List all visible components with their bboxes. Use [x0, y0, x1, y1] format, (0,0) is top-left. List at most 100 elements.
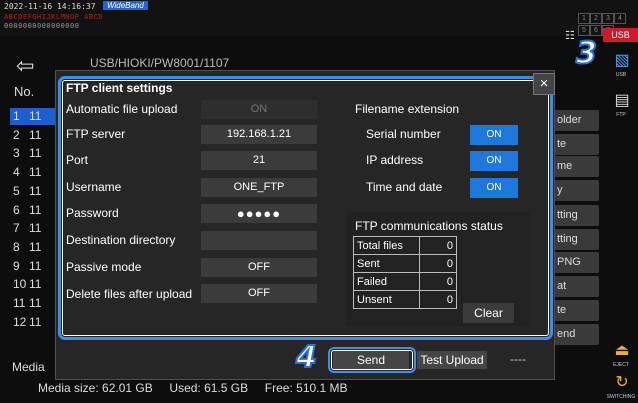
- side-menu-button[interactable]: te: [553, 134, 599, 155]
- table-row: Sent 0: [353, 254, 457, 273]
- list-item[interactable]: 3 11: [13, 145, 41, 162]
- list-item[interactable]: 1 11: [13, 108, 41, 125]
- row-value: 11: [29, 165, 42, 180]
- row-number: 11: [13, 296, 26, 310]
- list-item[interactable]: 8 11: [13, 239, 41, 256]
- extension-label: Time and date: [366, 180, 443, 194]
- extension-label: Serial number: [366, 127, 441, 141]
- status-value: 0: [419, 272, 457, 291]
- list-item[interactable]: 9 11: [13, 258, 41, 275]
- usb-badge: USB: [603, 28, 638, 42]
- media-label: Media: [12, 360, 45, 374]
- row-value: 11: [29, 277, 42, 292]
- media-used: Used: 61.5 GB: [169, 381, 249, 395]
- port-indicator: 2: [590, 13, 602, 24]
- list-item[interactable]: 7 11: [13, 220, 41, 237]
- list-item[interactable]: 11 11: [13, 295, 41, 312]
- delete-after-upload-toggle[interactable]: OFF: [201, 284, 317, 303]
- side-menu-button[interactable]: PNG: [553, 252, 599, 273]
- row-number: 6: [13, 202, 20, 217]
- dialog-title: FTP client settings: [66, 81, 173, 95]
- list-item[interactable]: 5 11: [13, 183, 41, 200]
- status-label: Failed: [353, 272, 420, 291]
- port-indicator: 5: [578, 25, 590, 36]
- step-callout: 3: [575, 35, 598, 72]
- table-row: Failed 0: [353, 272, 457, 291]
- eject-icon[interactable]: ⏏: [612, 340, 632, 360]
- status-value: 0: [419, 290, 457, 309]
- side-menu-button[interactable]: tting: [553, 205, 599, 226]
- back-arrow-icon[interactable]: ⇦: [16, 53, 34, 79]
- serial-number-toggle[interactable]: ON: [470, 125, 518, 145]
- time-and-date-toggle[interactable]: ON: [470, 178, 518, 198]
- list-item[interactable]: 4 11: [13, 164, 41, 181]
- extension-label: IP address: [366, 153, 424, 167]
- side-menu-button[interactable]: tting: [553, 229, 599, 250]
- password-field[interactable]: ●●●●●: [201, 204, 317, 223]
- port-indicator: 3: [602, 13, 614, 24]
- ftp-server-field[interactable]: 192.168.1.21: [201, 125, 317, 144]
- media-info: Media size: 62.01 GB Used: 61.5 GB Free:…: [38, 381, 348, 395]
- side-menu-button[interactable]: me: [553, 156, 599, 177]
- setting-label: Username: [66, 180, 122, 194]
- row-number: 5: [13, 183, 20, 198]
- status-value: 0: [419, 236, 457, 255]
- column-header-no: No.: [14, 84, 35, 99]
- passive-mode-toggle[interactable]: OFF: [201, 258, 317, 277]
- row-number: 2: [13, 127, 20, 142]
- row-number: 9: [13, 258, 20, 273]
- setting-label: Port: [66, 153, 89, 167]
- row-value: 11: [29, 239, 42, 254]
- ftp-server-icon[interactable]: ▤: [612, 90, 632, 110]
- port-indicator: 1: [578, 13, 590, 24]
- network-icon: ☷: [565, 30, 575, 42]
- row-number: 8: [13, 239, 20, 254]
- row-number: 3: [13, 146, 20, 161]
- side-menu-button[interactable]: at: [553, 276, 599, 297]
- status-value: 0: [419, 254, 457, 273]
- test-result: ----: [510, 352, 526, 366]
- status-label: Sent: [353, 254, 420, 273]
- usb-drive-icon[interactable]: ▧: [612, 50, 632, 70]
- communications-status-heading: FTP communications status: [355, 219, 503, 233]
- row-value: 11: [29, 109, 42, 123]
- status-label: Total files: [353, 236, 420, 255]
- test-upload-button[interactable]: Test Upload: [417, 351, 487, 369]
- ip-address-toggle[interactable]: ON: [470, 151, 518, 171]
- clear-button[interactable]: Clear: [463, 303, 514, 323]
- ftp-caption: FTP: [616, 112, 626, 118]
- row-value: 11: [29, 221, 42, 236]
- list-item[interactable]: 2 11: [13, 127, 41, 144]
- side-menu-button[interactable]: end: [553, 324, 599, 345]
- timestamp: 2022-11-16 14:16:37: [4, 2, 96, 11]
- media-free: Free: 510.1 MB: [264, 381, 348, 395]
- port-indicator: 6: [590, 25, 602, 36]
- close-button[interactable]: ×: [533, 73, 555, 95]
- row-value: 11: [29, 146, 42, 161]
- destination-directory-field[interactable]: [201, 231, 317, 250]
- list-item[interactable]: 6 11: [13, 202, 41, 219]
- port-field[interactable]: 21: [201, 151, 317, 170]
- setting-label: Automatic file upload: [66, 102, 178, 116]
- row-value: 11: [29, 183, 42, 198]
- automatic-upload-toggle[interactable]: ON: [201, 100, 317, 119]
- side-menu-button[interactable]: older: [553, 110, 599, 131]
- list-item[interactable]: 10 11: [13, 276, 41, 293]
- switch-icon[interactable]: ↻: [612, 372, 632, 392]
- side-menu-button[interactable]: te: [553, 300, 599, 321]
- row-number: 10: [13, 277, 27, 292]
- row-number: 12: [13, 314, 27, 329]
- side-menu-button[interactable]: y: [553, 180, 599, 201]
- switching-caption: SWITCHING: [606, 394, 636, 400]
- table-row: Total files 0: [353, 236, 457, 255]
- setting-label: Destination directory: [66, 233, 176, 247]
- row-number: 1: [13, 109, 20, 123]
- step-callout: 4: [295, 339, 318, 376]
- row-value: 11: [29, 296, 42, 310]
- row-number: 4: [13, 165, 20, 180]
- folder-path: USB/HIOKI/PW8001/1107: [90, 56, 230, 70]
- list-item[interactable]: 12 11: [13, 314, 41, 331]
- usb-caption: USB: [615, 72, 627, 78]
- send-button[interactable]: Send: [333, 351, 409, 369]
- username-field[interactable]: ONE_FTP: [201, 178, 317, 197]
